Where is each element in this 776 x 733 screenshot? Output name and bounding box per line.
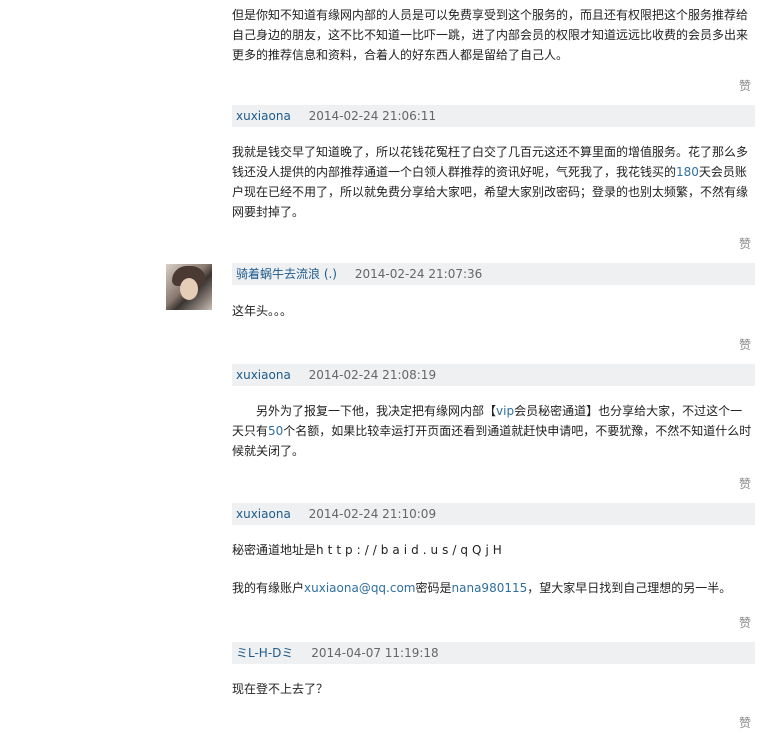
like-button[interactable]: 赞 <box>738 79 752 93</box>
comment-header: ミL-H-Dミ 2014-04-07 11:19:18 <box>232 642 755 664</box>
comment-text: 我的有缘账户xuxiaona@qq.com密码是nana980115，望大家早日… <box>232 581 732 595</box>
comment-timestamp: 2014-02-24 21:08:19 <box>308 368 437 382</box>
comment-text: 现在登不上去了？ <box>232 682 329 696</box>
comment-text: 这年头。。。 <box>232 304 293 318</box>
comment-header: 骑着蜗牛去流浪 (.) 2014-02-24 21:07:36 <box>232 263 755 285</box>
avatar[interactable] <box>166 264 212 310</box>
like-button[interactable]: 赞 <box>738 616 752 630</box>
like-button[interactable]: 赞 <box>738 338 752 352</box>
comment-text: 我就是钱交早了知道晚了，所以花钱花冤枉了白交了几百元这还不算里面的增值服务。花了… <box>232 145 749 219</box>
comment-username[interactable]: ミL-H-Dミ <box>236 642 293 664</box>
like-button[interactable]: 赞 <box>738 477 752 491</box>
comment-header: xuxiaona 2014-02-24 21:06:11 <box>232 105 755 127</box>
comment-username[interactable]: xuxiaona <box>236 105 291 127</box>
secret-link[interactable]: http://baid.us/qQjH <box>316 543 506 557</box>
comment-username[interactable]: xuxiaona <box>236 503 291 525</box>
comment-username[interactable]: 骑着蜗牛去流浪 (.) <box>236 263 337 285</box>
comment-timestamp: 2014-02-24 21:07:36 <box>354 267 483 281</box>
comment-header: xuxiaona 2014-02-24 21:10:09 <box>232 503 755 525</box>
comment-timestamp: 2014-04-07 11:19:18 <box>311 646 439 660</box>
like-button[interactable]: 赞 <box>738 237 752 251</box>
comment-text: 秘密通道地址是http://baid.us/qQjH <box>232 543 506 557</box>
comment-timestamp: 2014-02-24 21:06:11 <box>308 109 437 123</box>
comment-timestamp: 2014-02-24 21:10:09 <box>308 507 437 521</box>
comment-username[interactable]: xuxiaona <box>236 364 291 386</box>
comment-text: 另外为了报复一下他，我决定把有缘网内部【vip会员秘密通道】也分享给大家，不过这… <box>232 404 752 458</box>
comment-header: xuxiaona 2014-02-24 21:08:19 <box>232 364 755 386</box>
like-button[interactable]: 赞 <box>738 716 752 730</box>
comment-text: 但是你知不知道有缘网内部的人员是可以免费享受到这个服务的，而且还有权限把这个服务… <box>232 8 749 62</box>
